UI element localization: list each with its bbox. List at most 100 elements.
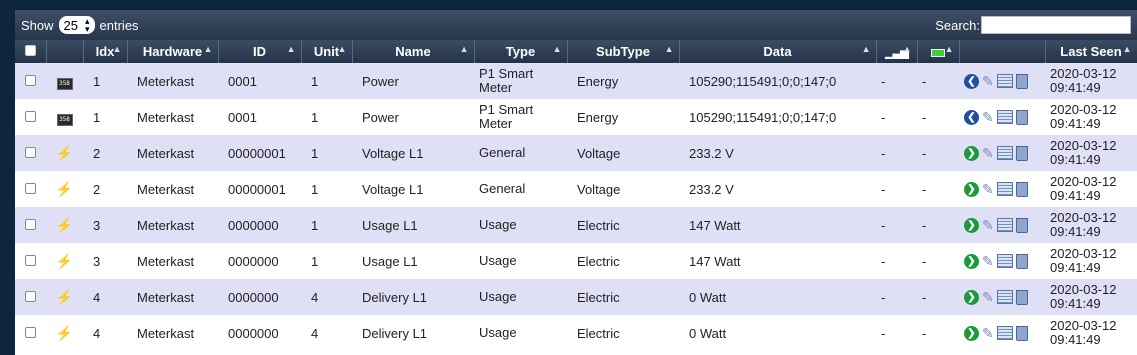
table-row[interactable]: ⚡ 2 Meterkast 00000001 1 Voltage L1 General Vol… <box>15 135 1137 171</box>
row-checkbox-cell[interactable] <box>15 243 46 279</box>
actions-cell: ❯ ✎ <box>959 207 1045 243</box>
delete-icon[interactable] <box>1015 145 1028 161</box>
row-checkbox[interactable] <box>25 182 36 194</box>
row-checkbox-cell[interactable] <box>15 99 46 135</box>
device-icon-cell: 358 <box>46 63 83 99</box>
row-checkbox[interactable] <box>25 290 36 302</box>
row-checkbox[interactable] <box>25 326 36 338</box>
edit-icon[interactable]: ✎ <box>982 145 994 162</box>
signal-cell: - <box>876 279 917 315</box>
column-header-unit[interactable]: Unit ▲ <box>301 40 353 63</box>
edit-icon[interactable]: ✎ <box>982 181 994 198</box>
row-checkbox[interactable] <box>25 146 36 158</box>
column-header-battery[interactable]: ▲ <box>917 40 960 63</box>
log-icon[interactable] <box>996 146 1013 160</box>
sort-icon: ▲ <box>552 44 562 54</box>
arrow-right-icon[interactable]: ❯ <box>964 325 979 341</box>
edit-icon[interactable]: ✎ <box>982 217 994 234</box>
row-checkbox[interactable] <box>25 254 36 266</box>
column-header-subtype[interactable]: SubType ▲ <box>567 40 680 63</box>
column-header-idx[interactable]: Idx ▲ <box>83 40 128 63</box>
arrow-right-icon[interactable]: ❯ <box>964 289 979 305</box>
type-cell: General <box>474 171 567 207</box>
entries-select[interactable]: 25 ▴ ▾ <box>58 16 95 34</box>
actions-cell: ❯ ✎ <box>959 243 1045 279</box>
log-icon[interactable] <box>996 254 1013 268</box>
arrow-left-icon[interactable]: ❮ <box>964 109 979 125</box>
table-row[interactable]: ⚡ 4 Meterkast 0000000 4 Delivery L1 Usage Elect… <box>15 315 1137 351</box>
signal-cell: - <box>876 207 917 243</box>
log-icon[interactable] <box>996 218 1013 232</box>
column-header-last-seen[interactable]: Last Seen ▲ <box>1045 40 1137 63</box>
table-row[interactable]: ⚡ 3 Meterkast 0000000 1 Usage L1 Usage Electric… <box>15 207 1137 243</box>
delete-icon[interactable] <box>1015 253 1028 269</box>
row-checkbox-cell[interactable] <box>15 207 46 243</box>
column-header-hardware[interactable]: Hardware ▲ <box>127 40 219 63</box>
delete-icon[interactable] <box>1015 109 1028 125</box>
type-cell: General <box>474 135 567 171</box>
row-checkbox-cell[interactable] <box>15 171 46 207</box>
delete-icon[interactable] <box>1015 181 1028 197</box>
column-header-signal[interactable]: ▁▃▅ ▲ <box>876 40 918 63</box>
row-actions: ❮ ✎ <box>959 73 1045 90</box>
subtype-cell: Voltage <box>567 135 679 171</box>
sort-icon: ▲ <box>286 44 296 54</box>
sort-icon: ▲ <box>902 44 912 54</box>
search-input[interactable] <box>981 16 1131 34</box>
edit-icon[interactable]: ✎ <box>982 109 994 126</box>
column-header-name[interactable]: Name ▲ <box>352 40 475 63</box>
log-icon[interactable] <box>996 74 1013 88</box>
table-row[interactable]: ⚡ 3 Meterkast 0000000 1 Usage L1 Usage Electric… <box>15 243 1137 279</box>
delete-icon[interactable] <box>1015 73 1028 89</box>
row-checkbox[interactable] <box>25 110 36 122</box>
table-row[interactable]: ⚡ 4 Meterkast 0000000 4 Delivery L1 Usage Elect… <box>15 279 1137 315</box>
delete-icon[interactable] <box>1015 217 1028 233</box>
row-actions: ❮ ✎ <box>959 109 1045 126</box>
edit-icon[interactable]: ✎ <box>982 253 994 270</box>
table-row[interactable]: 358 1 Meterkast 0001 1 Power P1 Smart Meter Ene… <box>15 99 1137 135</box>
row-checkbox[interactable] <box>25 74 36 86</box>
last-seen-cell: 2020-03-12 09:41:49 <box>1045 63 1137 99</box>
edit-icon[interactable]: ✎ <box>982 73 994 90</box>
idx-cell: 2 <box>83 135 127 171</box>
edit-icon[interactable]: ✎ <box>982 289 994 306</box>
column-header-data[interactable]: Data ▲ <box>679 40 877 63</box>
arrow-right-icon[interactable]: ❯ <box>964 181 979 197</box>
subtype-cell: Energy <box>567 99 679 135</box>
actions-cell: ❮ ✎ <box>959 63 1045 99</box>
battery-cell: - <box>917 99 959 135</box>
delete-icon[interactable] <box>1015 289 1028 305</box>
row-checkbox-cell[interactable] <box>15 279 46 315</box>
sort-icon: ▲ <box>337 44 347 54</box>
last-seen-cell: 2020-03-12 09:41:49 <box>1045 279 1137 315</box>
hardware-cell: Meterkast <box>127 279 218 315</box>
arrow-right-icon[interactable]: ❯ <box>964 217 979 233</box>
log-icon[interactable] <box>996 182 1013 196</box>
id-cell: 00000001 <box>218 171 301 207</box>
idx-cell: 4 <box>83 279 127 315</box>
table-row[interactable]: 358 1 Meterkast 0001 1 Power P1 Smart Meter Ene… <box>15 63 1137 99</box>
type-cell: Usage <box>474 207 567 243</box>
arrow-left-icon[interactable]: ❮ <box>964 73 979 89</box>
arrow-right-icon[interactable]: ❯ <box>964 145 979 161</box>
name-cell: Usage L1 <box>352 207 474 243</box>
table-row[interactable]: ⚡ 2 Meterkast 00000001 1 Voltage L1 General Vol… <box>15 171 1137 207</box>
select-all-checkbox[interactable] <box>24 45 36 56</box>
log-icon[interactable] <box>996 290 1013 304</box>
select-all-header[interactable] <box>15 40 47 63</box>
unit-cell: 4 <box>301 315 352 351</box>
row-checkbox-cell[interactable] <box>15 63 46 99</box>
row-checkbox-cell[interactable] <box>15 135 46 171</box>
row-checkbox-cell[interactable] <box>15 315 46 351</box>
hardware-header-label: Hardware <box>142 44 203 59</box>
log-icon[interactable] <box>996 110 1013 124</box>
device-icon-cell: ⚡ <box>46 243 83 279</box>
column-header-id[interactable]: ID ▲ <box>218 40 302 63</box>
row-checkbox[interactable] <box>25 218 36 230</box>
delete-icon[interactable] <box>1015 325 1028 341</box>
arrow-right-icon[interactable]: ❯ <box>964 253 979 269</box>
log-icon[interactable] <box>996 326 1013 340</box>
device-icon-cell: ⚡ <box>46 279 83 315</box>
edit-icon[interactable]: ✎ <box>982 325 994 342</box>
column-header-type[interactable]: Type ▲ <box>474 40 568 63</box>
